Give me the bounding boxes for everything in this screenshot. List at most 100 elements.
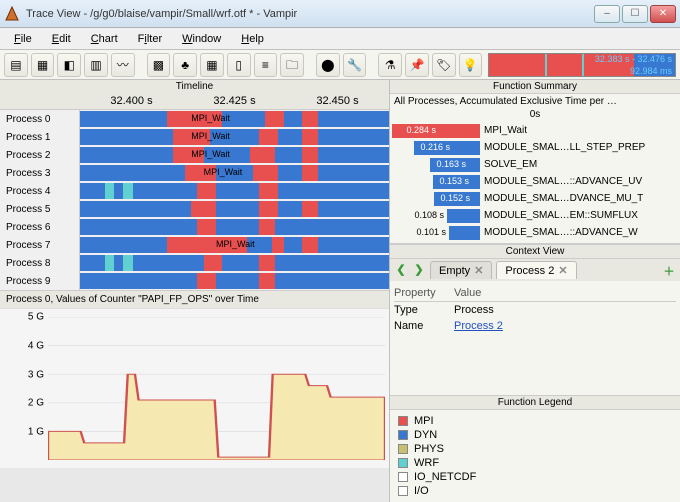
tab-add-button[interactable]: ＋: [662, 263, 676, 277]
function-summary-row[interactable]: 0.216 sMODULE_SMAL…LL_STEP_PREP: [390, 139, 680, 156]
function-summary-row[interactable]: 0.152 sMODULE_SMAL…DVANCE_MU_T: [390, 190, 680, 207]
property-value: Process: [454, 304, 494, 316]
legend-swatch: [398, 486, 408, 496]
process-row[interactable]: Process 0MPI_Wait: [0, 110, 389, 128]
mpi-wait-label: MPI_Wait: [191, 113, 230, 123]
tool-button-7[interactable]: ♣: [173, 53, 197, 77]
tool-button-14[interactable]: ⚗: [378, 53, 402, 77]
mpi-wait-label: MPI_Wait: [191, 131, 230, 141]
time-navigator[interactable]: 32.383 s - 32.476 s 92.984 ms: [488, 53, 676, 77]
function-summary-row[interactable]: 0.284 sMPI_Wait: [390, 122, 680, 139]
legend-swatch: [398, 472, 408, 482]
tool-button-3[interactable]: ◧: [57, 53, 81, 77]
chart-bars-icon: ▤: [10, 59, 21, 71]
function-name: SOLVE_EM: [480, 159, 680, 170]
process-row[interactable]: Process 1 MPI_Wait: [0, 128, 389, 146]
chart-line-icon: 〰: [117, 59, 129, 71]
process-row[interactable]: Process 7MPI_Wait: [0, 236, 389, 254]
process-track[interactable]: [80, 183, 389, 199]
process-row[interactable]: Process 4: [0, 182, 389, 200]
menu-file[interactable]: File: [4, 31, 42, 47]
process-track[interactable]: [80, 255, 389, 271]
menu-window[interactable]: Window: [172, 31, 231, 47]
window-title: Trace View - /g/g0/blaise/vampir/Small/w…: [26, 8, 594, 20]
context-tabbar: ❮ ❯ Empty✕ Process 2 ✕ ＋: [390, 259, 680, 281]
close-button[interactable]: ✕: [650, 5, 676, 23]
counter-chart[interactable]: 5 G4 G3 G2 G1 G: [0, 308, 389, 468]
menu-filter[interactable]: Filter: [128, 31, 172, 47]
process-row[interactable]: Process 6: [0, 218, 389, 236]
legend-row[interactable]: MPI: [398, 414, 672, 428]
process-track[interactable]: [80, 273, 389, 289]
legend-label: I/O: [414, 485, 429, 497]
process-track[interactable]: [80, 219, 389, 235]
disk-icon: ⬤: [321, 59, 334, 71]
tool-button-15[interactable]: 📌: [405, 53, 429, 77]
function-time: 0.163 s: [436, 159, 466, 169]
maximize-button[interactable]: ☐: [622, 5, 648, 23]
tool-button-4[interactable]: ▥: [84, 53, 108, 77]
context-tab[interactable]: Empty✕: [430, 261, 492, 279]
function-time: 0.216 s: [420, 142, 450, 152]
tab-next-button[interactable]: ❯: [412, 263, 426, 277]
legend-row[interactable]: PHYS: [398, 442, 672, 456]
tab-close-icon[interactable]: ✕: [558, 264, 567, 277]
tab-label: Process 2: [505, 265, 554, 277]
process-track[interactable]: [80, 201, 389, 217]
process-row[interactable]: Process 8: [0, 254, 389, 272]
tab-close-icon[interactable]: ✕: [474, 264, 483, 277]
timeline-body[interactable]: Process 0MPI_WaitProcess 1MPI_WaitProces…: [0, 110, 389, 290]
function-summary-row[interactable]: 0.101 sMODULE_SMAL…::ADVANCE_W: [390, 224, 680, 241]
process-track[interactable]: MPI_Wait: [80, 165, 389, 181]
menu-chart[interactable]: Chart: [81, 31, 128, 47]
function-time: 0.152 s: [440, 193, 470, 203]
y-tick: 4 G: [28, 340, 44, 351]
tool-button-13[interactable]: 🔧: [343, 53, 367, 77]
context-tab[interactable]: Process 2 ✕: [496, 261, 576, 279]
function-summary-row[interactable]: 0.163 s SOLVE_EM: [390, 156, 680, 173]
toolbar: ▤ ▦ ◧ ▥ 〰 ▩ ♣ ▦ ▯ ≡ 🗀 ⬤ 🔧 ⚗ 📌 🏷 💡 32.383…: [0, 50, 680, 80]
tab-prev-button[interactable]: ❮: [394, 263, 408, 277]
timeline-tick: 32.400 s: [110, 95, 152, 107]
menu-edit[interactable]: Edit: [42, 31, 81, 47]
menu-bar: File Edit Chart Filter Window Help: [0, 28, 680, 50]
function-summary-row[interactable]: 0.153 sMODULE_SMAL…::ADVANCE_UV: [390, 173, 680, 190]
legend-swatch: [398, 430, 408, 440]
counter-trace: [48, 374, 385, 460]
tool-button-9[interactable]: ▯: [227, 53, 251, 77]
tool-button-8[interactable]: ▦: [200, 53, 224, 77]
process-row[interactable]: Process 3MPI_Wait: [0, 164, 389, 182]
process-row[interactable]: Process 5: [0, 200, 389, 218]
tool-button-17[interactable]: 💡: [459, 53, 483, 77]
tool-button-16[interactable]: 🏷: [432, 53, 456, 77]
process-row[interactable]: Process 2MPI_Wait: [0, 146, 389, 164]
minimize-button[interactable]: –: [594, 5, 620, 23]
process-label: Process 1: [0, 128, 80, 146]
process-track[interactable]: MPI_Wait: [80, 111, 389, 127]
tool-button-12[interactable]: ⬤: [316, 53, 340, 77]
legend-row[interactable]: I/O: [398, 484, 672, 498]
legend-row[interactable]: IO_NETCDF: [398, 470, 672, 484]
menu-help[interactable]: Help: [231, 31, 274, 47]
tool-button-6[interactable]: ▩: [147, 53, 171, 77]
tool-button-1[interactable]: ▤: [4, 53, 28, 77]
tool-button-11[interactable]: 🗀: [280, 53, 304, 77]
prop-header-value: Value: [454, 287, 481, 299]
process-track[interactable]: MPI_Wait: [80, 237, 389, 253]
tool-button-5[interactable]: 〰: [111, 53, 135, 77]
property-row: NameProcess 2: [394, 318, 676, 334]
tool-button-10[interactable]: ≡: [254, 53, 278, 77]
process-label: Process 4: [0, 182, 80, 200]
process-row[interactable]: Process 9: [0, 272, 389, 290]
legend-row[interactable]: WRF: [398, 456, 672, 470]
function-summary-row[interactable]: 0.108 sMODULE_SMAL…EM::SUMFLUX: [390, 207, 680, 224]
tool-button-2[interactable]: ▦: [31, 53, 55, 77]
function-time: 0.284 s: [406, 125, 436, 135]
function-summary-header: All Processes, Accumulated Exclusive Tim…: [390, 94, 680, 109]
process-track[interactable]: MPI_Wait: [80, 129, 389, 145]
legend-row[interactable]: DYN: [398, 428, 672, 442]
property-value[interactable]: Process 2: [454, 320, 503, 332]
property-grid: Property Value TypeProcessNameProcess 2: [390, 281, 680, 338]
process-track[interactable]: MPI_Wait: [80, 147, 389, 163]
process-label: Process 9: [0, 272, 80, 290]
